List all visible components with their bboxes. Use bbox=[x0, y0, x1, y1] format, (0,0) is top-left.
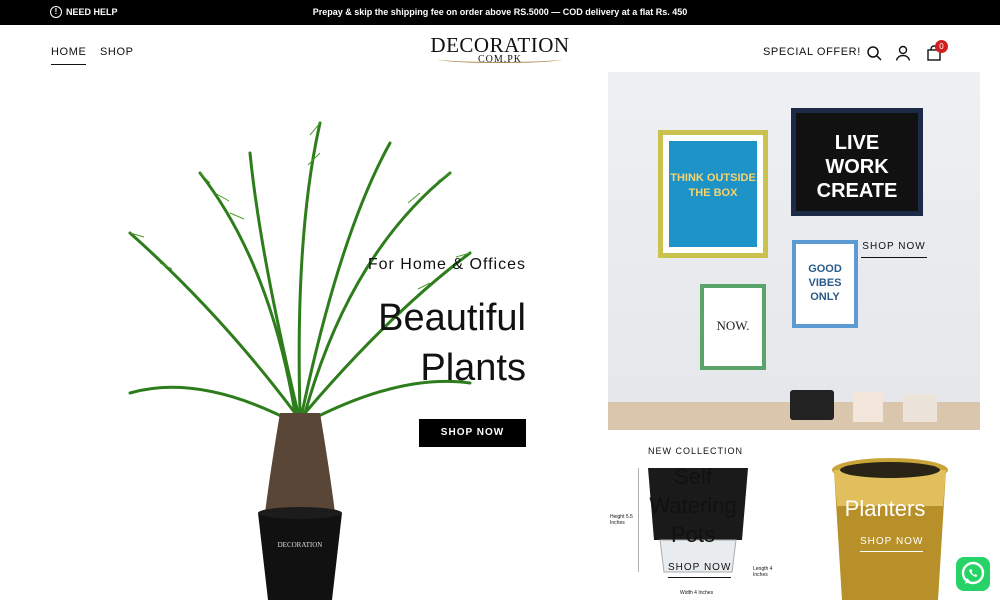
nav-shop[interactable]: SHOP bbox=[100, 46, 134, 58]
planters-banner[interactable]: Planters SHOP NOW bbox=[790, 432, 980, 600]
logo-swoosh bbox=[438, 55, 562, 63]
heart-box-decor bbox=[853, 392, 883, 422]
hero-title: Beautiful Plants bbox=[300, 293, 526, 393]
whatsapp-chat-button[interactable] bbox=[956, 557, 990, 591]
account-icon[interactable] bbox=[895, 45, 911, 61]
frames-banner[interactable]: THINK OUTSIDE THE BOX LIVE WORK CREATE G… bbox=[608, 72, 980, 430]
site-logo[interactable]: DECORATION COM.PK bbox=[430, 33, 570, 66]
frame-now: NOW. bbox=[700, 284, 766, 370]
announcement-bar: ! NEED HELP Prepay & skip the shipping f… bbox=[0, 0, 1000, 25]
new-collection-label: NEW COLLECTION bbox=[648, 446, 744, 456]
hero-title-line1: Beautiful bbox=[378, 297, 526, 339]
frame-live-work-create: LIVE WORK CREATE bbox=[791, 108, 923, 216]
hero-subtitle: For Home & Offices bbox=[367, 256, 526, 273]
camera-decor bbox=[790, 390, 834, 420]
self-watering-pots-banner[interactable]: NEW COLLECTION Self Watering Pots Height… bbox=[608, 432, 778, 600]
heart-box-decor-2 bbox=[903, 394, 937, 422]
cart-count-badge: 0 bbox=[935, 40, 948, 53]
hero-title-line2: Plants bbox=[420, 347, 526, 389]
planters-shop-now-link[interactable]: SHOP NOW bbox=[860, 536, 924, 552]
planters-title: Planters bbox=[844, 496, 926, 521]
main-header: HOME SHOP DECORATION COM.PK SPECIAL OFFE… bbox=[0, 25, 1000, 73]
logo-main: DECORATION bbox=[430, 33, 570, 57]
pot-brand-text: DECORATION bbox=[278, 541, 323, 549]
width-dimension: Width 4 Inches bbox=[680, 590, 714, 596]
pots-title: Self Watering Pots bbox=[608, 462, 778, 549]
whatsapp-icon bbox=[961, 561, 985, 585]
promo-text: Prepay & skip the shipping fee on order … bbox=[312, 7, 688, 17]
height-dimension: Height 5.5 Inches bbox=[610, 514, 633, 526]
hero-shop-now-button[interactable]: SHOP NOW bbox=[419, 419, 526, 447]
length-dimension: Length 4 Inches bbox=[753, 566, 773, 578]
gold-planter-image bbox=[832, 458, 948, 600]
pots-shop-now-link[interactable]: SHOP NOW bbox=[668, 562, 732, 578]
frame-think: THINK OUTSIDE THE BOX bbox=[658, 130, 768, 258]
frames-shop-now-link[interactable]: SHOP NOW bbox=[861, 241, 927, 258]
frame-think-text: THINK OUTSIDE THE BOX bbox=[669, 141, 757, 247]
search-icon[interactable] bbox=[866, 45, 882, 61]
frame-good-vibes: GOOD VIBES ONLY bbox=[792, 240, 858, 328]
pots-title-line1: Self bbox=[674, 464, 712, 489]
nav-special-offer[interactable]: SPECIAL OFFER! bbox=[763, 46, 861, 58]
hero-banner: DECORATION For Home & Offices Beautiful … bbox=[0, 73, 605, 600]
nav-home[interactable]: HOME bbox=[51, 46, 87, 65]
